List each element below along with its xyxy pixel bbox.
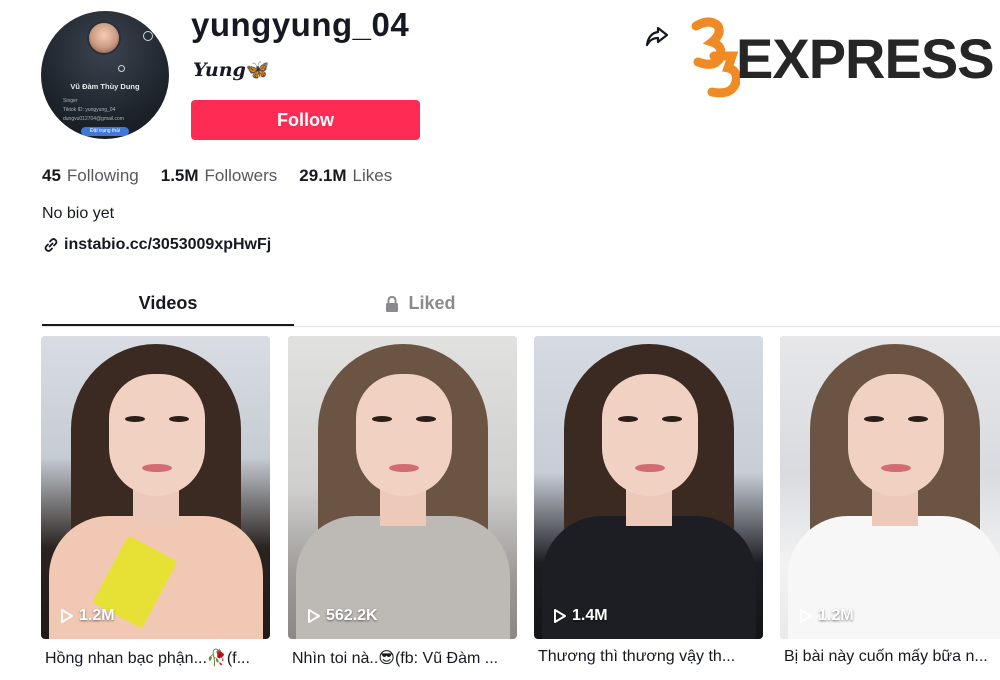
- avatar-name: Vũ Đàm Thùy Dung: [70, 82, 140, 91]
- profile-link[interactable]: instabio.cc/3053009xpHwFj: [42, 236, 271, 254]
- stat-following[interactable]: 45 Following: [42, 166, 139, 186]
- thumbnail-eye: [169, 416, 189, 422]
- video-views-count: 1.2M: [79, 607, 115, 624]
- thumbnail-eye: [372, 416, 392, 422]
- thumbnail-lips: [635, 464, 665, 472]
- video-card[interactable]: 1.2M: [41, 336, 270, 639]
- butterfly-emoji: 🦋: [245, 59, 270, 81]
- stat-followers[interactable]: 1.5M Followers: [161, 166, 278, 186]
- stat-label: Followers: [204, 166, 278, 185]
- video-caption[interactable]: Nhìn toi nà..😎(fb: Vũ Đàm ...: [292, 648, 521, 668]
- avatar-line: Tiktok ID: yungyung_04: [63, 107, 116, 113]
- thumbnail-face: [848, 374, 944, 496]
- profile-link-text: instabio.cc/3053009xpHwFj: [64, 236, 272, 253]
- tab-liked-label: Liked: [408, 293, 456, 313]
- video-views: 1.2M: [798, 607, 854, 625]
- video-card[interactable]: 1.2M: [780, 336, 1000, 639]
- video-views: 1.2M: [59, 607, 115, 625]
- thumbnail-lips: [389, 464, 419, 472]
- share-arrow-icon[interactable]: [643, 22, 671, 50]
- video-caption[interactable]: Hồng nhan bạc phận...🥀(f...: [45, 648, 274, 668]
- video-views-count: 1.2M: [818, 607, 854, 624]
- follow-button[interactable]: Follow: [191, 100, 420, 140]
- thumbnail-face: [356, 374, 452, 496]
- profile-bio: No bio yet: [42, 205, 115, 222]
- play-icon: [800, 609, 812, 623]
- nickname-text: Yung: [193, 59, 246, 81]
- profile-stats: 45 Following 1.5M Followers 29.1M Likes: [42, 166, 392, 186]
- thumbnail-face: [109, 374, 205, 496]
- thumbnail-face: [602, 374, 698, 496]
- stat-label: Likes: [352, 166, 393, 185]
- watermark-word: EXPRESS: [736, 27, 995, 90]
- express-watermark-logo: EXPRESS: [688, 16, 995, 102]
- tab-liked[interactable]: Liked: [294, 293, 546, 314]
- thumbnail-eye: [618, 416, 638, 422]
- link-icon: [44, 238, 58, 252]
- stat-value: 1.5M: [160, 166, 199, 185]
- thumbnail-eye: [662, 416, 682, 422]
- play-icon: [61, 609, 73, 623]
- thumbnail-eye: [416, 416, 436, 422]
- thumbnail-lips: [881, 464, 911, 472]
- stat-value: 45: [42, 166, 61, 185]
- video-views: 562.2K: [306, 607, 378, 625]
- video-views: 1.4M: [552, 607, 608, 625]
- avatar-line: Singer: [63, 98, 78, 104]
- camera-icon: [118, 65, 125, 72]
- active-tab-underline: [42, 324, 294, 326]
- thumbnail-lips: [142, 464, 172, 472]
- video-caption[interactable]: Thương thì thương vậy th...: [538, 648, 767, 666]
- thumbnail-eye: [908, 416, 928, 422]
- watermark-35-logo: [691, 17, 740, 98]
- nickname: Yung🦋: [193, 58, 270, 81]
- stat-likes: 29.1M Likes: [299, 166, 392, 186]
- profile-tabs: Videos Liked: [42, 287, 1000, 327]
- video-card[interactable]: 562.2K: [288, 336, 517, 639]
- lock-icon: [386, 295, 399, 312]
- avatar-photo: [87, 21, 121, 55]
- play-icon: [554, 609, 566, 623]
- profile-avatar[interactable]: Vũ Đàm Thùy Dung Singer Tiktok ID: yungy…: [41, 11, 169, 139]
- tab-videos[interactable]: Videos: [42, 293, 294, 314]
- stat-label: Following: [66, 166, 139, 185]
- stat-value: 29.1M: [299, 166, 347, 185]
- username: yungyung_04: [191, 6, 410, 43]
- avatar-line: dungvu012704@gmail.com: [63, 116, 124, 122]
- thumbnail-eye: [864, 416, 884, 422]
- play-icon: [308, 609, 320, 623]
- camera-icon: [143, 31, 153, 41]
- video-card[interactable]: 1.4M: [534, 336, 763, 639]
- video-views-count: 1.4M: [572, 607, 608, 624]
- video-views-count: 562.2K: [326, 607, 378, 624]
- thumbnail-eye: [125, 416, 145, 422]
- avatar-status-badge: Đặt trạng thái: [81, 127, 129, 136]
- video-caption[interactable]: Bị bài này cuốn mấy bữa n...: [784, 648, 1000, 666]
